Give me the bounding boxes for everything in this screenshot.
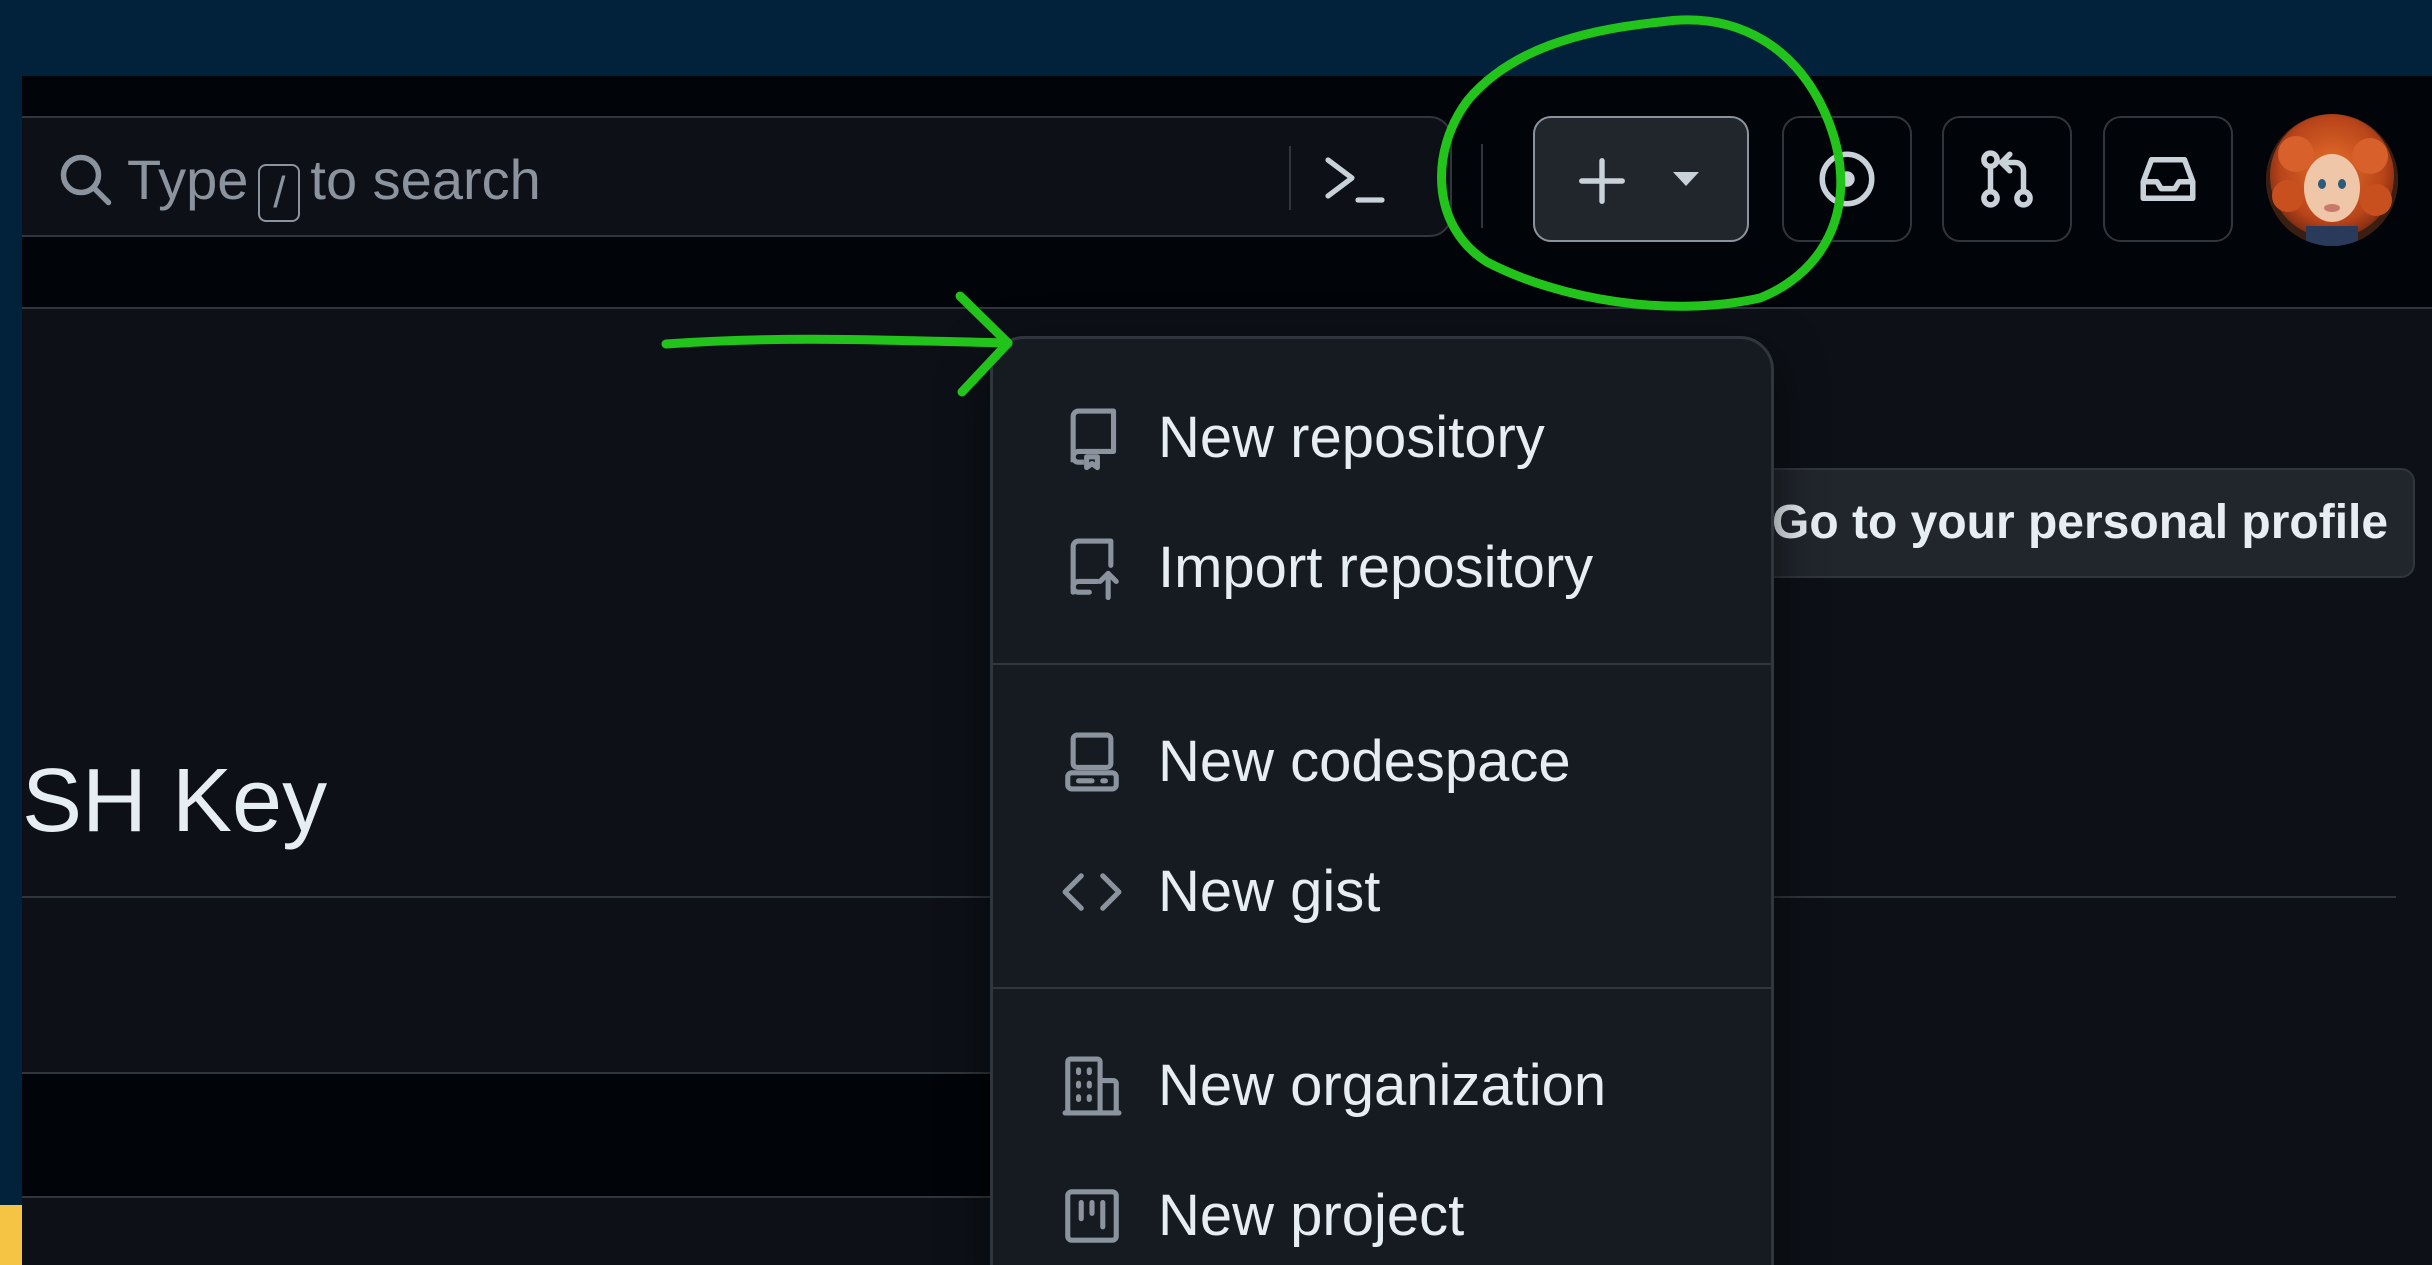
repo-icon bbox=[1070, 408, 1117, 471]
codespaces-icon bbox=[1065, 732, 1119, 792]
search-text-before: Type bbox=[127, 148, 249, 211]
search-divider bbox=[1289, 146, 1291, 210]
menu-item-label: New codespace bbox=[1158, 729, 1571, 794]
menu-divider bbox=[993, 663, 1771, 665]
plus-icon bbox=[1579, 158, 1625, 204]
menu-item-new-codespace[interactable]: New codespace bbox=[993, 707, 1771, 817]
pull-requests-button[interactable] bbox=[1942, 116, 2072, 242]
search-placeholder: Type / to search bbox=[127, 148, 541, 222]
menu-item-label: Import repository bbox=[1158, 535, 1594, 600]
global-header: Type / to search bbox=[22, 76, 2432, 309]
create-new-button[interactable] bbox=[1533, 116, 1749, 242]
menu-item-new-gist[interactable]: New gist bbox=[993, 837, 1771, 947]
personal-profile-button[interactable]: Go to your personal profile bbox=[1742, 468, 2415, 578]
menu-item-label: New project bbox=[1158, 1183, 1465, 1248]
page-title: SH Key bbox=[22, 751, 328, 851]
menu-divider bbox=[993, 987, 1771, 989]
avatar-image bbox=[2266, 114, 2398, 246]
search-shortcut-key: / bbox=[258, 164, 301, 222]
accent-strip bbox=[0, 1205, 22, 1265]
menu-item-new-organization[interactable]: New organization bbox=[993, 1031, 1771, 1141]
create-new-menu: New repository Import repository New cod… bbox=[990, 336, 1774, 1265]
organization-icon bbox=[1062, 1056, 1122, 1116]
github-app: Type / to search Go to your personal pro… bbox=[22, 76, 2432, 1265]
repo-push-icon bbox=[1070, 538, 1119, 601]
search-input[interactable]: Type / to search bbox=[22, 116, 1452, 237]
menu-item-import-repository[interactable]: Import repository bbox=[993, 513, 1771, 623]
inbox-icon bbox=[2140, 157, 2196, 201]
search-text-after: to search bbox=[310, 148, 541, 211]
command-palette-icon[interactable] bbox=[1322, 150, 1386, 210]
git-pull-request-icon bbox=[1981, 150, 2033, 208]
menu-item-label: New repository bbox=[1158, 405, 1545, 470]
code-icon bbox=[1062, 873, 1122, 911]
project-icon bbox=[1065, 1189, 1119, 1243]
issue-opened-icon bbox=[1819, 151, 1875, 207]
inbox-button[interactable] bbox=[2103, 116, 2233, 242]
user-avatar[interactable] bbox=[2266, 114, 2398, 246]
menu-item-new-project[interactable]: New project bbox=[993, 1161, 1771, 1265]
menu-item-label: New gist bbox=[1158, 859, 1381, 924]
menu-item-new-repository[interactable]: New repository bbox=[993, 383, 1771, 493]
issues-button[interactable] bbox=[1782, 116, 1912, 242]
header-divider bbox=[1481, 144, 1483, 228]
triangle-down-icon bbox=[1673, 172, 1699, 186]
search-icon bbox=[60, 154, 112, 206]
form-band bbox=[22, 1074, 1022, 1198]
menu-item-label: New organization bbox=[1158, 1053, 1607, 1118]
